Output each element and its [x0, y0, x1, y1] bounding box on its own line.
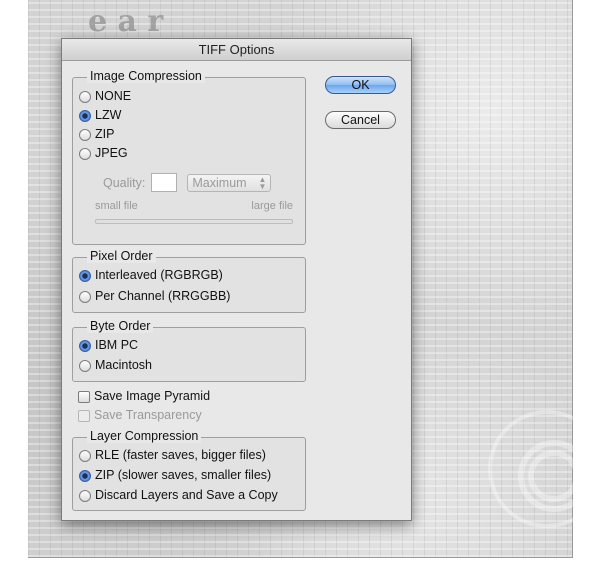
radio-button-selected[interactable] — [79, 469, 91, 482]
radio-button-selected[interactable] — [79, 339, 91, 352]
quality-slider-labels: small file large file — [95, 200, 293, 212]
background-letters: e a r — [88, 4, 164, 39]
option-label: NONE — [95, 89, 132, 103]
radio-button[interactable] — [79, 290, 91, 303]
pixel-order-group: Pixel Order Interleaved (RGBRGB) Per Cha… — [72, 249, 306, 313]
compression-option-jpeg[interactable]: JPEG — [79, 145, 128, 162]
layer-compression-option-rle[interactable]: RLE (faster saves, bigger files) — [79, 447, 266, 464]
save-transparency-label: Save Transparency — [94, 408, 202, 422]
pixel-order-label: Pixel Order — [87, 249, 156, 263]
ok-button[interactable]: OK — [325, 76, 396, 94]
option-label: Macintosh — [95, 358, 152, 372]
quality-preset-select[interactable]: Maximum ▲ ▼ — [187, 173, 272, 192]
quality-preset-value: Maximum — [192, 175, 247, 190]
byte-order-option-ibm-pc[interactable]: IBM PC — [79, 337, 138, 354]
byte-order-label: Byte Order — [87, 319, 154, 333]
quality-row: Quality: Maximum ▲ ▼ — [103, 173, 272, 192]
dialog-title: TIFF Options — [62, 39, 411, 61]
save-image-pyramid-label: Save Image Pyramid — [94, 389, 211, 403]
compression-option-none[interactable]: NONE — [79, 88, 131, 105]
save-image-pyramid-checkbox-row[interactable]: Save Image Pyramid — [78, 388, 210, 405]
radio-button[interactable] — [79, 128, 91, 141]
layer-compression-label: Layer Compression — [87, 429, 202, 443]
compression-option-zip[interactable]: ZIP — [79, 126, 114, 143]
radio-button[interactable] — [79, 359, 91, 372]
radio-button[interactable] — [79, 90, 91, 103]
large-file-label: large file — [251, 200, 293, 212]
save-transparency-checkbox — [78, 409, 90, 422]
byte-order-option-macintosh[interactable]: Macintosh — [79, 357, 152, 374]
quality-input[interactable] — [151, 173, 178, 192]
radio-button-selected[interactable] — [79, 109, 91, 122]
image-compression-group: Image Compression NONE LZW ZIP JPEG Qual… — [72, 69, 306, 245]
option-label: Per Channel (RRGGBB) — [95, 289, 231, 303]
layer-compression-option-discard[interactable]: Discard Layers and Save a Copy — [79, 487, 278, 504]
compression-option-lzw[interactable]: LZW — [79, 107, 121, 124]
decorative-circle — [488, 410, 600, 528]
tiff-options-dialog: TIFF Options OK Cancel Image Compression… — [61, 38, 412, 521]
save-image-pyramid-checkbox[interactable] — [78, 390, 90, 403]
option-label: ZIP (slower saves, smaller files) — [95, 468, 272, 482]
small-file-label: small file — [95, 200, 138, 212]
pixel-order-option-per-channel[interactable]: Per Channel (RRGGBB) — [79, 288, 230, 305]
option-label: JPEG — [95, 146, 128, 160]
option-label: RLE (faster saves, bigger files) — [95, 448, 266, 462]
option-label: Interleaved (RGBRGB) — [95, 268, 223, 282]
layer-compression-option-zip[interactable]: ZIP (slower saves, smaller files) — [79, 467, 271, 484]
layer-compression-group: Layer Compression RLE (faster saves, big… — [72, 429, 306, 511]
stepper-arrows-icon: ▲ ▼ — [258, 174, 267, 191]
option-label: IBM PC — [95, 338, 139, 352]
cancel-button[interactable]: Cancel — [325, 111, 396, 129]
image-compression-label: Image Compression — [87, 69, 205, 83]
option-label: LZW — [95, 108, 122, 122]
byte-order-group: Byte Order IBM PC Macintosh — [72, 319, 306, 382]
quality-label: Quality: — [103, 175, 146, 190]
radio-button[interactable] — [79, 147, 91, 160]
radio-button[interactable] — [79, 449, 91, 462]
option-label: ZIP — [95, 127, 115, 141]
option-label: Discard Layers and Save a Copy — [95, 488, 278, 502]
quality-slider[interactable] — [95, 219, 293, 224]
radio-button-selected[interactable] — [79, 269, 91, 282]
pixel-order-option-interleaved[interactable]: Interleaved (RGBRGB) — [79, 267, 223, 284]
save-transparency-checkbox-row: Save Transparency — [78, 407, 202, 424]
radio-button[interactable] — [79, 489, 91, 502]
